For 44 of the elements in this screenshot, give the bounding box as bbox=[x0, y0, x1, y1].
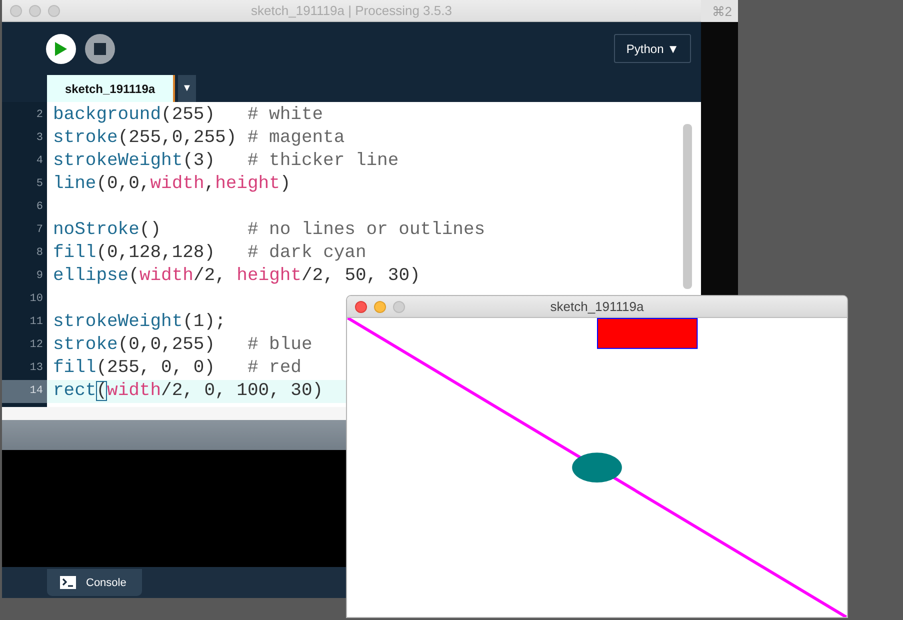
play-icon bbox=[55, 42, 67, 56]
line-number: 6 bbox=[35, 200, 44, 215]
code-line: fill(255, 0, 0) # red bbox=[53, 357, 302, 380]
window-title: sketch_191119a bbox=[550, 298, 644, 314]
line-number: 12 bbox=[28, 338, 44, 353]
zoom-icon[interactable] bbox=[48, 5, 60, 17]
line-number: 7 bbox=[35, 223, 44, 238]
console-tab[interactable]: Console bbox=[47, 569, 142, 596]
line-number: 13 bbox=[28, 361, 44, 376]
code-line: line(0,0,width,height) bbox=[53, 173, 291, 196]
tab-menu-button[interactable]: ▼ bbox=[178, 75, 196, 102]
sketch-tab[interactable]: sketch_191119a bbox=[47, 75, 175, 102]
code-line: ellipse(width/2, height/2, 50, 30) bbox=[53, 265, 420, 288]
line-number: 9 bbox=[35, 269, 44, 284]
line-number: 14 bbox=[2, 380, 47, 403]
code-line: rect(width/2, 0, 100, 30) bbox=[53, 380, 324, 403]
stop-button[interactable] bbox=[85, 34, 115, 64]
code-line: fill(0,128,128) # dark cyan bbox=[53, 242, 366, 265]
code-line: background(255) # white bbox=[53, 104, 324, 127]
line-number: 3 bbox=[35, 131, 44, 146]
line-number: 10 bbox=[28, 292, 44, 307]
minimize-icon[interactable] bbox=[29, 5, 41, 17]
line-number: 5 bbox=[35, 177, 44, 192]
scrollbar[interactable] bbox=[683, 124, 692, 289]
window-title: sketch_191119a | Processing 3.5.3 bbox=[251, 3, 452, 18]
code-line: stroke(255,0,255) # magenta bbox=[53, 127, 345, 150]
minimize-icon[interactable] bbox=[374, 301, 386, 313]
ellipse-shape bbox=[572, 452, 622, 482]
close-icon[interactable] bbox=[355, 301, 367, 313]
run-button[interactable] bbox=[46, 34, 76, 64]
mode-button[interactable]: Python ▼ bbox=[614, 34, 691, 63]
window-title-fragment: ⌘2 bbox=[712, 4, 732, 18]
close-icon[interactable] bbox=[10, 5, 22, 17]
terminal-icon bbox=[60, 576, 76, 589]
code-line: strokeWeight(3) # thicker line bbox=[53, 150, 399, 173]
stop-icon bbox=[94, 42, 106, 54]
line-number: 4 bbox=[35, 154, 44, 169]
line-number: 11 bbox=[28, 315, 44, 330]
zoom-icon[interactable] bbox=[393, 301, 405, 313]
line-number: 2 bbox=[35, 108, 44, 123]
code-line: noStroke() # no lines or outlines bbox=[53, 219, 486, 242]
code-line: stroke(0,0,255) # blue bbox=[53, 334, 312, 357]
line-number: 8 bbox=[35, 246, 44, 261]
code-line: strokeWeight(1); bbox=[53, 311, 226, 334]
